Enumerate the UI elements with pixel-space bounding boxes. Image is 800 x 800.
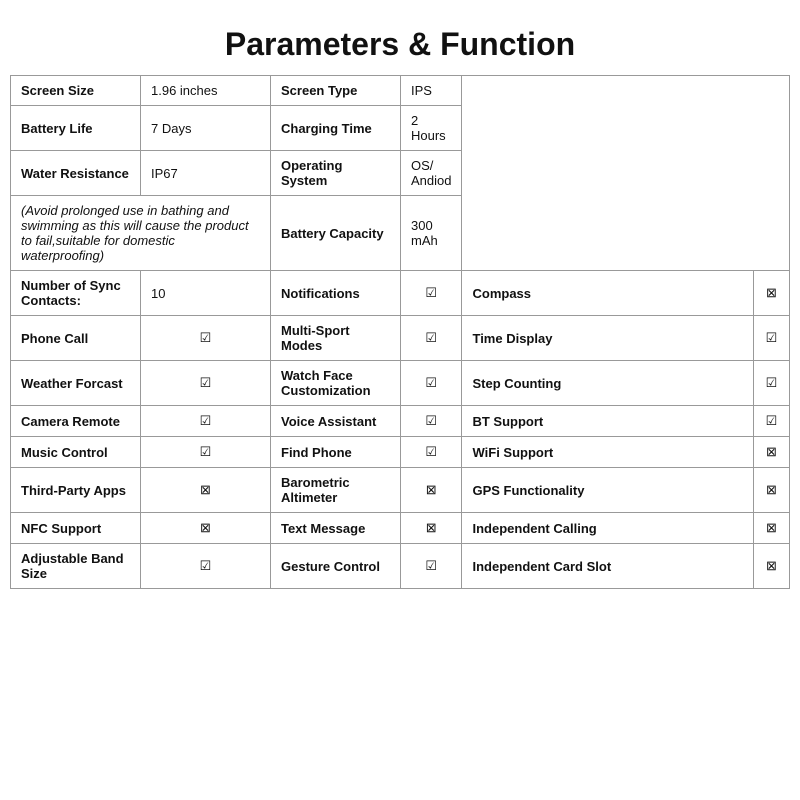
battery-life-label: Battery Life bbox=[11, 106, 141, 151]
notifications-label: Notifications bbox=[271, 271, 401, 316]
screen-type-value: IPS bbox=[401, 76, 462, 106]
watch-face-label: Watch Face Customization bbox=[271, 361, 401, 406]
independent-calling-check: ⊠ bbox=[754, 513, 790, 544]
feature-row-sync: Number of Sync Contacts: 10 Notification… bbox=[11, 271, 790, 316]
third-party-check: ⊠ bbox=[141, 468, 271, 513]
time-display-label: Time Display bbox=[462, 316, 754, 361]
gesture-control-label: Gesture Control bbox=[271, 544, 401, 589]
voice-assistant-check: ☑ bbox=[401, 406, 462, 437]
compass-label: Compass bbox=[462, 271, 754, 316]
feature-row-music: Music Control ☑ Find Phone ☑ WiFi Suppor… bbox=[11, 437, 790, 468]
screen-size-value: 1.96 inches bbox=[141, 76, 271, 106]
independent-calling-label: Independent Calling bbox=[462, 513, 754, 544]
multi-sport-check: ☑ bbox=[401, 316, 462, 361]
nfc-check: ⊠ bbox=[141, 513, 271, 544]
step-counting-label: Step Counting bbox=[462, 361, 754, 406]
text-message-label: Text Message bbox=[271, 513, 401, 544]
notifications-check: ☑ bbox=[401, 271, 462, 316]
multi-sport-label: Multi-Sport Modes bbox=[271, 316, 401, 361]
feature-row-band: Adjustable Band Size ☑ Gesture Control ☑… bbox=[11, 544, 790, 589]
bt-support-label: BT Support bbox=[462, 406, 754, 437]
wifi-support-label: WiFi Support bbox=[462, 437, 754, 468]
music-control-check: ☑ bbox=[141, 437, 271, 468]
screen-type-label: Screen Type bbox=[271, 76, 401, 106]
water-note: (Avoid prolonged use in bathing and swim… bbox=[11, 196, 271, 271]
phone-call-check: ☑ bbox=[141, 316, 271, 361]
feature-row-weather: Weather Forcast ☑ Watch Face Customizati… bbox=[11, 361, 790, 406]
gps-check: ⊠ bbox=[754, 468, 790, 513]
gps-label: GPS Functionality bbox=[462, 468, 754, 513]
battery-capacity-value: 300 mAh bbox=[401, 196, 462, 271]
independent-card-check: ⊠ bbox=[754, 544, 790, 589]
compass-check: ⊠ bbox=[754, 271, 790, 316]
charging-time-label: Charging Time bbox=[271, 106, 401, 151]
table-row: (Avoid prolonged use in bathing and swim… bbox=[11, 196, 790, 271]
weather-check: ☑ bbox=[141, 361, 271, 406]
screen-size-label: Screen Size bbox=[11, 76, 141, 106]
camera-remote-check: ☑ bbox=[141, 406, 271, 437]
text-message-check: ⊠ bbox=[401, 513, 462, 544]
music-control-label: Music Control bbox=[11, 437, 141, 468]
sync-contacts-value: 10 bbox=[141, 271, 271, 316]
sync-contacts-label: Number of Sync Contacts: bbox=[11, 271, 141, 316]
time-display-check: ☑ bbox=[754, 316, 790, 361]
voice-assistant-label: Voice Assistant bbox=[271, 406, 401, 437]
charging-time-value: 2 Hours bbox=[401, 106, 462, 151]
bt-support-check: ☑ bbox=[754, 406, 790, 437]
table-row: Screen Size 1.96 inches Screen Type IPS bbox=[11, 76, 790, 106]
barometric-label: Barometric Altimeter bbox=[271, 468, 401, 513]
feature-row-thirdparty: Third-Party Apps ⊠ Barometric Altimeter … bbox=[11, 468, 790, 513]
gesture-control-check: ☑ bbox=[401, 544, 462, 589]
nfc-label: NFC Support bbox=[11, 513, 141, 544]
wifi-support-check: ⊠ bbox=[754, 437, 790, 468]
barometric-check: ⊠ bbox=[401, 468, 462, 513]
page-title: Parameters & Function bbox=[10, 10, 790, 75]
find-phone-label: Find Phone bbox=[271, 437, 401, 468]
feature-row-nfc: NFC Support ⊠ Text Message ⊠ Independent… bbox=[11, 513, 790, 544]
table-row: Battery Life 7 Days Charging Time 2 Hour… bbox=[11, 106, 790, 151]
find-phone-check: ☑ bbox=[401, 437, 462, 468]
adjustable-band-label: Adjustable Band Size bbox=[11, 544, 141, 589]
camera-remote-label: Camera Remote bbox=[11, 406, 141, 437]
step-counting-check: ☑ bbox=[754, 361, 790, 406]
battery-capacity-label: Battery Capacity bbox=[271, 196, 401, 271]
table-row: Water Resistance IP67 Operating System O… bbox=[11, 151, 790, 196]
independent-card-label: Independent Card Slot bbox=[462, 544, 754, 589]
parameters-table: Screen Size 1.96 inches Screen Type IPS … bbox=[10, 75, 790, 589]
feature-row-phone: Phone Call ☑ Multi-Sport Modes ☑ Time Di… bbox=[11, 316, 790, 361]
water-resistance-label: Water Resistance bbox=[11, 151, 141, 196]
water-resistance-value: IP67 bbox=[141, 151, 271, 196]
feature-row-camera: Camera Remote ☑ Voice Assistant ☑ BT Sup… bbox=[11, 406, 790, 437]
phone-call-label: Phone Call bbox=[11, 316, 141, 361]
watch-face-check: ☑ bbox=[401, 361, 462, 406]
operating-system-value: OS/ Andiod bbox=[401, 151, 462, 196]
weather-label: Weather Forcast bbox=[11, 361, 141, 406]
operating-system-label: Operating System bbox=[271, 151, 401, 196]
third-party-label: Third-Party Apps bbox=[11, 468, 141, 513]
battery-life-value: 7 Days bbox=[141, 106, 271, 151]
adjustable-band-check: ☑ bbox=[141, 544, 271, 589]
